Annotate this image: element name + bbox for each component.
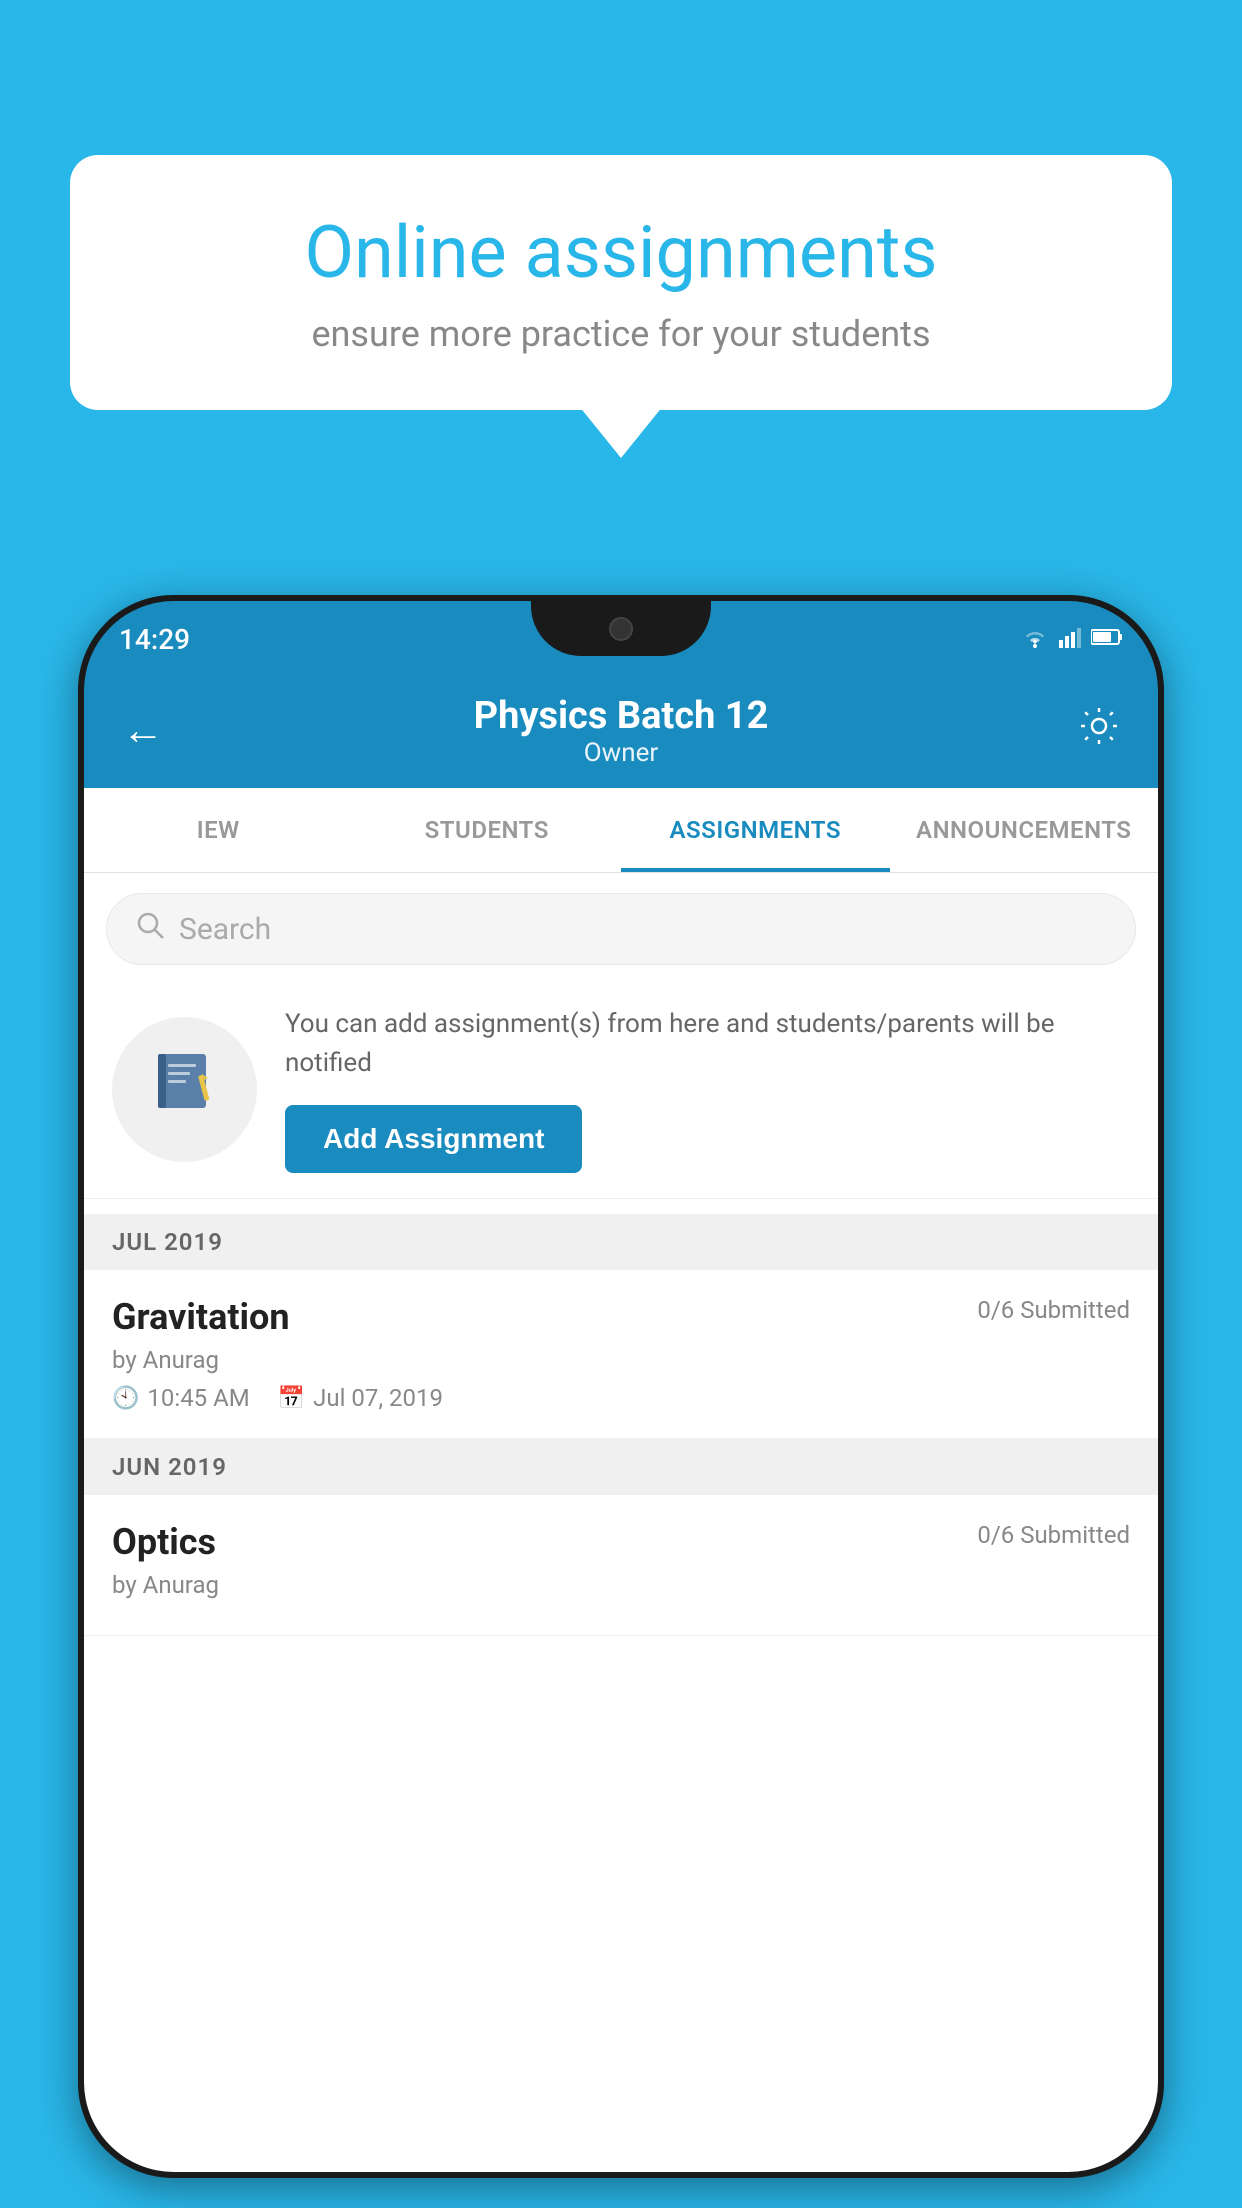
speech-bubble: Online assignments ensure more practice … (70, 155, 1172, 410)
date-group: 📅 Jul 07, 2019 (278, 1384, 443, 1412)
phone-screen: 14:29 (84, 601, 1158, 2172)
signal-icon (1059, 626, 1081, 652)
time-group: 🕙 10:45 AM (112, 1384, 250, 1412)
phone-notch (531, 601, 711, 656)
back-button[interactable]: ← (122, 706, 164, 755)
search-bar[interactable]: Search (106, 893, 1136, 965)
speech-bubble-title: Online assignments (135, 210, 1107, 295)
speech-bubble-subtitle: ensure more practice for your students (135, 313, 1107, 355)
wifi-icon (1021, 626, 1049, 652)
tab-students[interactable]: STUDENTS (353, 788, 622, 872)
search-placeholder: Search (179, 912, 271, 947)
add-assignment-description: You can add assignment(s) from here and … (285, 1005, 1130, 1083)
status-icons (1021, 626, 1123, 652)
status-time: 14:29 (119, 623, 190, 656)
battery-icon (1091, 628, 1123, 650)
search-icon (135, 910, 165, 948)
month-separator-jul: JUL 2019 (84, 1214, 1158, 1270)
assignment-submitted: 0/6 Submitted (977, 1296, 1130, 1324)
app-bar-title: Physics Batch 12 (474, 694, 769, 738)
phone-frame: 14:29 (78, 595, 1164, 2178)
app-bar: ← Physics Batch 12 Owner (84, 673, 1158, 788)
app-bar-subtitle: Owner (474, 738, 769, 768)
assignment-row1: Gravitation 0/6 Submitted (112, 1296, 1130, 1338)
assignment-optics-row1: Optics 0/6 Submitted (112, 1521, 1130, 1563)
add-assignment-info: You can add assignment(s) from here and … (285, 1005, 1130, 1173)
tab-bar: IEW STUDENTS ASSIGNMENTS ANNOUNCEMENTS (84, 788, 1158, 873)
assignment-optics-by: by Anurag (112, 1571, 1130, 1599)
month-separator-jun: JUN 2019 (84, 1439, 1158, 1495)
speech-bubble-container: Online assignments ensure more practice … (70, 155, 1172, 410)
assignment-icon-circle (112, 1017, 257, 1162)
tab-assignments[interactable]: ASSIGNMENTS (621, 788, 890, 872)
clock-icon: 🕙 (112, 1386, 139, 1411)
screen-content: Search (84, 873, 1158, 2172)
assignment-item-gravitation[interactable]: Gravitation 0/6 Submitted by Anurag 🕙 10… (84, 1270, 1158, 1439)
add-assignment-button[interactable]: Add Assignment (285, 1105, 582, 1173)
assignment-by: by Anurag (112, 1346, 1130, 1374)
tab-iew[interactable]: IEW (84, 788, 353, 872)
assignment-datetime: 🕙 10:45 AM 📅 Jul 07, 2019 (112, 1384, 1130, 1412)
assignment-optics-submitted: 0/6 Submitted (977, 1521, 1130, 1549)
assignment-item-optics[interactable]: Optics 0/6 Submitted by Anurag (84, 1495, 1158, 1636)
add-assignment-card: You can add assignment(s) from here and … (84, 980, 1158, 1199)
settings-icon[interactable] (1078, 705, 1120, 757)
assignment-time: 10:45 AM (147, 1384, 249, 1412)
app-bar-title-group: Physics Batch 12 Owner (474, 694, 769, 768)
notebook-icon (150, 1046, 220, 1132)
assignment-name: Gravitation (112, 1296, 290, 1338)
camera (609, 617, 633, 641)
tab-announcements[interactable]: ANNOUNCEMENTS (890, 788, 1159, 872)
calendar-icon: 📅 (278, 1386, 305, 1411)
assignment-optics-name: Optics (112, 1521, 216, 1563)
assignment-date: Jul 07, 2019 (313, 1384, 443, 1412)
